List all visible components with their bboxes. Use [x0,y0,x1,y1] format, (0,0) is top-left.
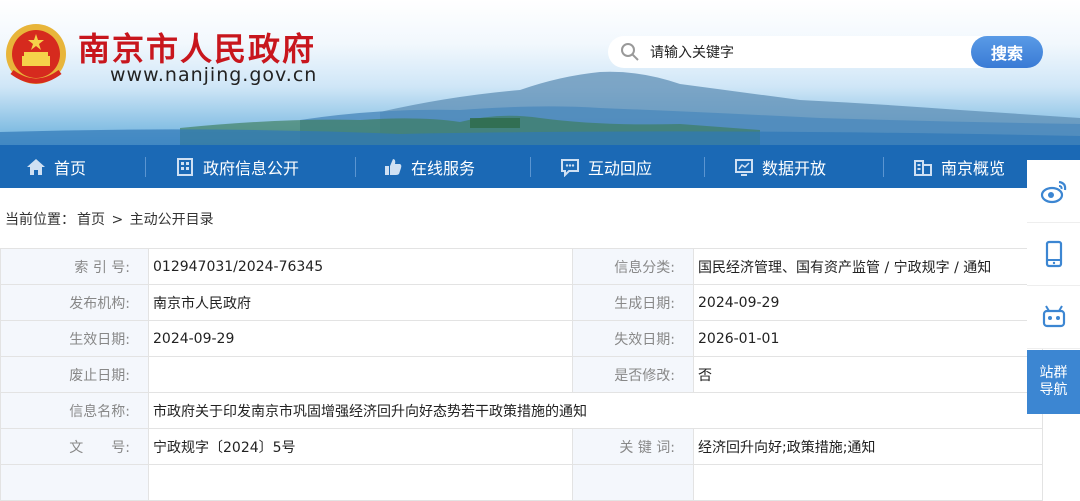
site-group-nav-line1: 站群 [1039,365,1068,381]
breadcrumb: 当前位置： 首页 > 主动公开目录 [5,209,216,229]
table-row [0,464,1043,501]
nav-item-gov-info[interactable]: 政府信息公开 [175,145,299,188]
document-title-label: 信息名称: [0,392,149,429]
table-cell [572,464,694,501]
mobile-button[interactable] [1027,223,1080,286]
effective-date-label: 生效日期: [0,320,149,357]
effective-date-value: 2024-09-29 [148,320,573,357]
main-nav: 首页 政府信息公开 在线服务 互动回应 数据开放 南京概览 [0,145,1080,188]
publisher-label: 发布机构: [0,284,149,321]
search-input[interactable] [648,40,972,66]
robot-icon [1042,305,1065,328]
nav-item-nanjing-overview[interactable]: 南京概览 [913,145,1005,188]
table-cell [148,464,573,501]
building-icon [177,157,193,176]
nav-label: 南京概览 [941,158,1006,178]
created-date-label: 生成日期: [572,284,694,321]
category-label: 信息分类: [572,248,694,285]
breadcrumb-current[interactable]: 主动公开目录 [130,212,214,228]
nav-item-interaction[interactable]: 互动回应 [560,145,652,188]
nav-divider [145,157,146,177]
nav-divider [883,157,884,177]
created-date-value: 2024-09-29 [693,284,1043,321]
robot-assistant-button[interactable] [1027,286,1080,349]
city-icon [914,159,932,176]
table-cell [693,464,1043,501]
weibo-button[interactable] [1027,160,1080,223]
home-icon [27,158,45,175]
category-value: 国民经济管理、国有资产监管 / 宁政规字 / 通知 [693,248,1043,285]
nav-label: 在线服务 [411,158,476,178]
search-button[interactable]: 搜索 [971,36,1043,68]
keywords-label: 关 键 词: [572,428,694,465]
nav-label: 首页 [54,158,87,178]
chart-icon [735,158,753,176]
modified-label: 是否修改: [572,356,694,393]
table-row: 索 引 号: 012947031/2024-76345 信息分类: 国民经济管理… [0,248,1043,285]
breadcrumb-prefix: 当前位置： [5,212,75,228]
thumbs-up-icon [385,158,402,175]
modified-value: 否 [693,356,1043,393]
nav-label: 数据开放 [762,158,827,178]
repeal-date-label: 废止日期: [0,356,149,393]
header-banner: 南京市人民政府 www.nanjing.gov.cn 搜索 [0,0,1080,145]
expiry-date-label: 失效日期: [572,320,694,357]
site-group-nav-line2: 导航 [1039,382,1068,398]
weibo-icon [1040,180,1066,204]
repeal-date-value [148,356,573,393]
table-row: 发布机构: 南京市人民政府 生成日期: 2024-09-29 [0,284,1043,321]
nav-label: 互动回应 [588,158,653,178]
index-number-value: 012947031/2024-76345 [148,248,573,285]
site-group-nav-button[interactable]: 站群 导航 [1027,350,1080,414]
document-info-table: 索 引 号: 012947031/2024-76345 信息分类: 国民经济管理… [0,248,1043,501]
nav-item-home[interactable]: 首页 [26,145,86,188]
search-box: 搜索 [608,36,1043,68]
site-url: www.nanjing.gov.cn [110,64,318,86]
national-emblem-icon [6,24,66,84]
table-row: 文 号: 宁政规字〔2024〕5号 关 键 词: 经济回升向好;政策措施;通知 [0,428,1043,465]
search-icon [621,43,639,61]
nav-divider [530,157,531,177]
nav-item-online-service[interactable]: 在线服务 [383,145,475,188]
index-number-label: 索 引 号: [0,248,149,285]
expiry-date-value: 2026-01-01 [693,320,1043,357]
keywords-value: 经济回升向好;政策措施;通知 [693,428,1043,465]
breadcrumb-separator: > [111,212,124,228]
nav-divider [355,157,356,177]
publisher-value: 南京市人民政府 [148,284,573,321]
document-number-value: 宁政规字〔2024〕5号 [148,428,573,465]
nav-item-open-data[interactable]: 数据开放 [734,145,826,188]
table-row: 生效日期: 2024-09-29 失效日期: 2026-01-01 [0,320,1043,357]
breadcrumb-home-link[interactable]: 首页 [77,212,105,228]
mobile-phone-icon [1045,240,1062,268]
table-cell [0,464,149,501]
nav-divider [704,157,705,177]
document-number-label: 文 号: [0,428,149,465]
floating-sidebar: 站群 导航 [1027,160,1080,414]
table-row: 废止日期: 是否修改: 否 [0,356,1043,393]
document-title-value: 市政府关于印发南京市巩固增强经济回升向好态势若干政策措施的通知 [148,392,1043,429]
table-row: 信息名称: 市政府关于印发南京市巩固增强经济回升向好态势若干政策措施的通知 [0,392,1043,429]
nav-label: 政府信息公开 [203,158,300,178]
chat-icon [561,158,579,177]
